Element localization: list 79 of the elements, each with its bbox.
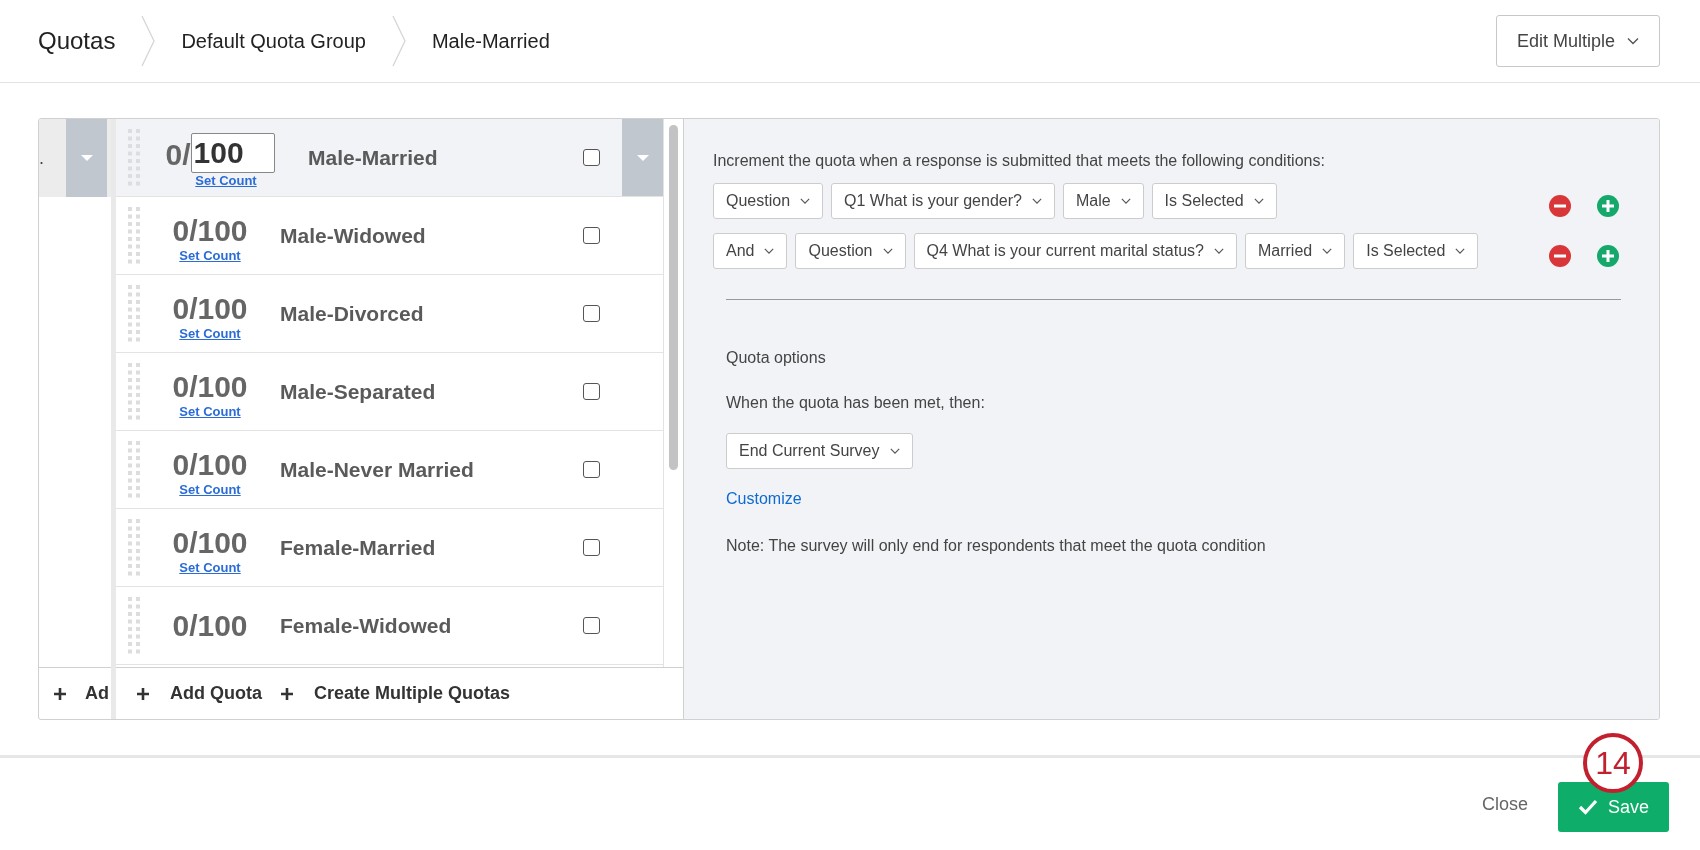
- quota-count: 0/100: [172, 369, 248, 404]
- plus-icon: [136, 686, 150, 701]
- set-count-link[interactable]: Set Count: [179, 325, 241, 342]
- page-title: Quotas: [38, 26, 116, 56]
- quota-count: 0/: [165, 136, 191, 173]
- quota-checkbox[interactable]: [583, 149, 600, 166]
- plus-icon: [53, 686, 67, 701]
- quota-checkbox[interactable]: [583, 305, 600, 322]
- quota-count: 0/100: [172, 608, 248, 643]
- condition-dropdown[interactable]: Q4 What is your current marital status?: [913, 233, 1237, 269]
- chevron-down-icon: [889, 447, 900, 455]
- quota-checkbox[interactable]: [583, 539, 600, 556]
- condition-dropdown[interactable]: Married: [1244, 233, 1346, 269]
- scrollbar-thumb[interactable]: [669, 125, 678, 470]
- quota-note: Note: The survey will only end for respondents that meet the quota condition: [726, 536, 1266, 556]
- add-quota-button[interactable]: Create Multiple Quotas: [280, 680, 511, 707]
- plus-icon: [280, 686, 294, 701]
- group-label: .: [39, 146, 44, 170]
- quota-name: Male-Separated: [279, 378, 437, 405]
- condition-dropdown[interactable]: Question: [795, 233, 906, 269]
- quota-checkbox[interactable]: [583, 227, 600, 244]
- condition-dropdown[interactable]: Male: [1062, 183, 1144, 219]
- chevron-down-icon: [1120, 197, 1131, 205]
- quota-action-dropdown[interactable]: End Current Survey: [726, 433, 913, 469]
- quota-met-prompt: When the quota has been met, then:: [726, 393, 985, 413]
- quota-count: 0/100: [172, 291, 248, 326]
- step-number-overlay: 14: [1583, 733, 1643, 793]
- caret-down-icon: [80, 155, 93, 161]
- quota-name: Male-Married: [307, 144, 439, 171]
- condition-dropdown[interactable]: Is Selected: [1353, 233, 1479, 269]
- set-count-link[interactable]: Set Count: [179, 403, 241, 420]
- chevron-down-icon: [882, 247, 893, 255]
- breadcrumb-separator-icon: [391, 15, 406, 67]
- condition-dropdown[interactable]: And: [713, 233, 788, 269]
- breadcrumb-separator-icon: [141, 15, 156, 67]
- set-count-link[interactable]: Set Count: [179, 247, 241, 264]
- set-count-link[interactable]: Set Count: [179, 559, 241, 576]
- chevron-down-icon: [1322, 247, 1333, 255]
- quota-name: Female-Married: [279, 534, 437, 561]
- add-quota-button[interactable]: Add Quota: [136, 680, 262, 707]
- quota-group-row[interactable]: .: [39, 119, 111, 197]
- chevron-down-icon: [1213, 247, 1224, 255]
- edit-multiple-dropdown[interactable]: Edit Multiple: [1495, 15, 1660, 67]
- chevron-down-icon: [1627, 37, 1639, 45]
- remove-condition-icon[interactable]: [1549, 195, 1571, 217]
- quota-checkbox[interactable]: [583, 383, 600, 400]
- quota-row[interactable]: 0/100 Set Count Male-Married: [116, 119, 663, 197]
- customize-link[interactable]: Customize: [726, 487, 802, 511]
- quota-name: Male-Widowed: [279, 222, 427, 249]
- remove-condition-icon[interactable]: [1549, 245, 1571, 267]
- quota-name: Female-Widowed: [279, 612, 453, 639]
- caret-down-icon: [636, 154, 649, 161]
- quota-count: 0/100: [172, 213, 248, 248]
- chevron-down-icon: [764, 247, 775, 255]
- set-count-link[interactable]: Set Count: [179, 481, 241, 498]
- quota-limit-field[interactable]: 100: [190, 132, 275, 173]
- chevron-down-icon: [1455, 247, 1466, 255]
- set-count-link[interactable]: Set Count: [195, 172, 257, 189]
- quota-options-heading: Quota options: [726, 348, 826, 368]
- close-button[interactable]: Close: [1481, 790, 1528, 818]
- condition-dropdown[interactable]: Is Selected: [1151, 183, 1277, 219]
- chevron-down-icon: [1031, 197, 1042, 205]
- condition-dropdown[interactable]: Q1 What is your gender?: [831, 183, 1055, 219]
- conditions-intro: Increment the quota when a response is submitted that meets the following conditions:: [713, 151, 1326, 171]
- breadcrumb-item[interactable]: Male-Married: [431, 26, 550, 56]
- condition-dropdown[interactable]: Question: [713, 183, 824, 219]
- quota-name: Male-Divorced: [279, 300, 425, 327]
- chevron-down-icon: [1253, 197, 1264, 205]
- quota-name: Male-Never Married: [279, 456, 475, 483]
- checkmark-icon: [1578, 799, 1598, 815]
- quota-count: 0/100: [172, 447, 248, 482]
- add-condition-icon[interactable]: [1597, 195, 1619, 217]
- chevron-down-icon: [800, 197, 811, 205]
- quota-count: 0/100: [172, 525, 248, 560]
- breadcrumb-item[interactable]: Default Quota Group: [181, 26, 366, 56]
- add-group-button[interactable]: Ad: [39, 667, 111, 719]
- quota-checkbox[interactable]: [583, 461, 600, 478]
- quota-checkbox[interactable]: [583, 617, 600, 634]
- add-condition-icon[interactable]: [1597, 245, 1619, 267]
